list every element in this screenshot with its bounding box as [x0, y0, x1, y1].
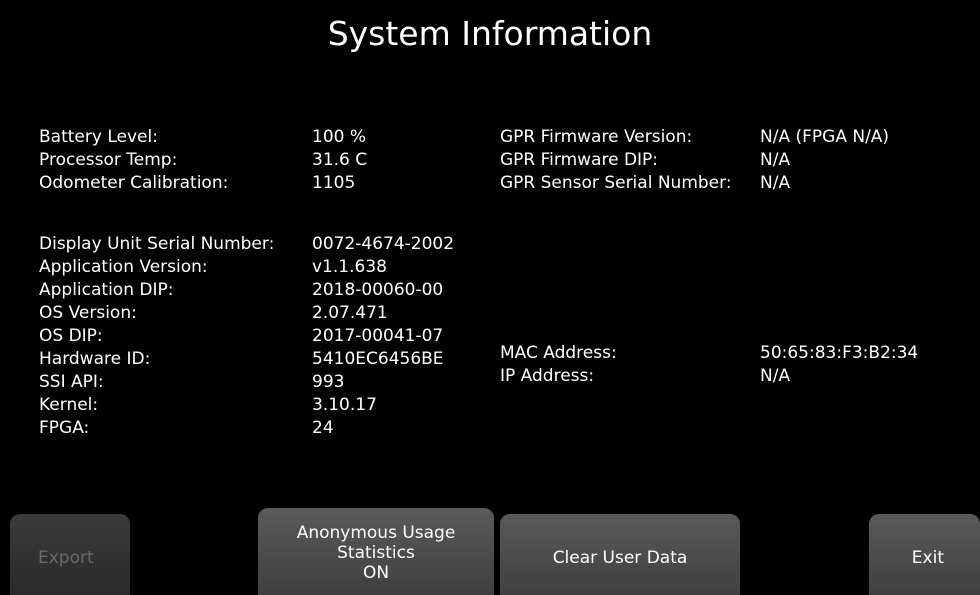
- anonymous-usage-statistics-toggle[interactable]: Anonymous Usage Statistics ON: [258, 508, 494, 595]
- info-value: 993: [312, 372, 345, 392]
- exit-button[interactable]: Exit: [869, 514, 980, 595]
- info-value: 0072-4674-2002: [312, 234, 455, 254]
- info-value: 5410EC6456BE: [312, 349, 444, 369]
- info-label: SSI API:: [39, 372, 104, 392]
- info-value: N/A (FPGA N/A): [760, 127, 890, 147]
- info-value: 3.10.17: [312, 395, 377, 415]
- info-label: OS DIP:: [39, 326, 103, 346]
- info-value: v1.1.638: [312, 257, 387, 277]
- info-value: N/A: [760, 173, 791, 193]
- info-label: OS Version:: [39, 303, 137, 323]
- usage-label-line2: Statistics: [337, 542, 415, 563]
- usage-label-line1: Anonymous Usage: [296, 522, 456, 543]
- info-label: FPGA:: [39, 418, 90, 438]
- info-label: Battery Level:: [39, 127, 158, 147]
- page-title: System Information: [327, 14, 653, 53]
- info-label: Application Version:: [39, 257, 208, 277]
- export-button-label: Export: [38, 547, 94, 568]
- info-value: 2017-00041-07: [312, 326, 444, 346]
- info-label: MAC Address:: [500, 343, 617, 363]
- info-label: Processor Temp:: [39, 150, 178, 170]
- info-value: N/A: [760, 366, 791, 386]
- info-label: IP Address:: [500, 366, 595, 386]
- clear-user-data-button[interactable]: Clear User Data: [500, 514, 740, 595]
- info-label: Hardware ID:: [39, 349, 151, 369]
- info-label: Application DIP:: [39, 280, 174, 300]
- export-button[interactable]: Export: [10, 514, 130, 595]
- usage-state: ON: [362, 562, 390, 583]
- info-value: 2.07.471: [312, 303, 388, 323]
- info-value: 24: [312, 418, 334, 438]
- info-value: 50:65:83:F3:B2:34: [760, 343, 919, 363]
- info-value: 1105: [312, 173, 356, 193]
- info-label: GPR Firmware DIP:: [500, 150, 659, 170]
- clear-user-data-label: Clear User Data: [552, 547, 688, 568]
- info-value: 2018-00060-00: [312, 280, 444, 300]
- info-label: GPR Sensor Serial Number:: [500, 173, 732, 193]
- info-value: N/A: [760, 150, 791, 170]
- info-value: 31.6 C: [312, 150, 368, 170]
- info-value: 100 %: [312, 127, 367, 147]
- info-label: Display Unit Serial Number:: [39, 234, 275, 254]
- info-label: GPR Firmware Version:: [500, 127, 693, 147]
- info-label: Odometer Calibration:: [39, 173, 229, 193]
- exit-button-label: Exit: [911, 547, 944, 568]
- info-label: Kernel:: [39, 395, 99, 415]
